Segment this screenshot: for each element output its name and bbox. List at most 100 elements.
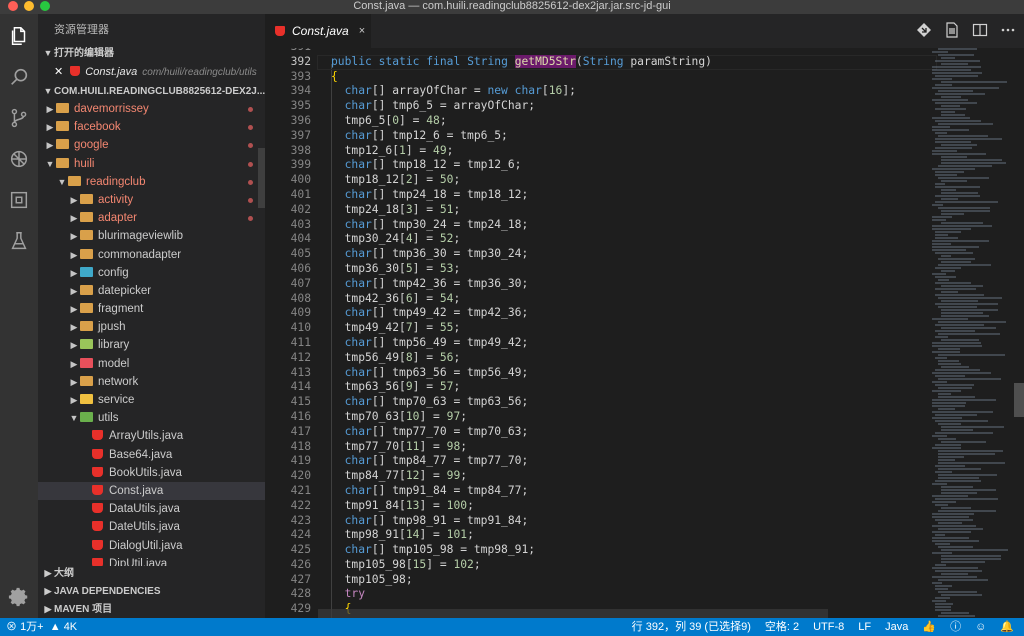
tree-file-item[interactable]: Const.java <box>38 481 265 501</box>
tree-folder-item[interactable]: ▶ facebook <box>38 118 265 136</box>
tree-folder-item[interactable]: ▶ datepicker <box>38 282 265 300</box>
code-line[interactable]: 421 char[] tmp91_84 = tmp84_77; <box>265 484 935 499</box>
notification-bell-icon[interactable]: 🔔 <box>1000 618 1014 636</box>
tree-folder-item[interactable]: ▶ blurimageviewlib <box>38 227 265 245</box>
tree-file-item[interactable]: ArrayUtils.java <box>38 427 265 445</box>
tree-file-item[interactable]: Base64.java <box>38 446 265 464</box>
open-editors-header[interactable]: ▼ 打开的编辑器 <box>38 44 265 62</box>
tree-folder-item[interactable]: ▶ activity <box>38 191 265 209</box>
tree-folder-item[interactable]: ▼ readingclub <box>38 173 265 191</box>
code-line[interactable]: 396 tmp6_5[0] = 48; <box>265 114 935 129</box>
code-line[interactable]: 423 char[] tmp98_91 = tmp91_84; <box>265 514 935 529</box>
code-line[interactable]: 411 char[] tmp56_49 = tmp49_42; <box>265 336 935 351</box>
debug-icon[interactable] <box>5 145 33 173</box>
code-line[interactable]: 401 char[] tmp24_18 = tmp18_12; <box>265 188 935 203</box>
files-icon[interactable] <box>5 22 33 50</box>
search-icon[interactable] <box>5 63 33 91</box>
flask-icon[interactable] <box>5 227 33 255</box>
project-header[interactable]: ▼ COM.HUILI.READINGCLUB8825612-DEX2J... <box>38 82 265 100</box>
problems-indicator[interactable]: ⊗ 1万+ ▲ 4K <box>6 618 77 636</box>
tree-file-item[interactable]: BookUtils.java <box>38 464 265 482</box>
tab-const-java[interactable]: Const.java × <box>265 14 371 48</box>
tree-folder-item[interactable]: ▶ fragment <box>38 300 265 318</box>
source-control-icon[interactable] <box>5 104 33 132</box>
code-lines[interactable]: 391392 public static final String getMD5S… <box>265 48 937 617</box>
tree-folder-item[interactable]: ▶ model <box>38 355 265 373</box>
editor-horizontal-scrollbar[interactable] <box>318 609 828 618</box>
tree-folder-item[interactable]: ▼ utils <box>38 409 265 427</box>
java-dependencies-header[interactable]: ▶ JAVA DEPENDENCIES <box>38 582 265 600</box>
tree-file-item[interactable]: DialogUtil.java <box>38 537 265 555</box>
code-line[interactable]: 420 tmp84_77[12] = 99; <box>265 469 935 484</box>
code-line[interactable]: 405 char[] tmp36_30 = tmp30_24; <box>265 247 935 262</box>
tree-folder-item[interactable]: ▶ network <box>38 373 265 391</box>
maven-header[interactable]: ▶ MAVEN 项目 <box>38 600 265 618</box>
line-ending[interactable]: LF <box>858 618 871 636</box>
code-line[interactable]: 397 char[] tmp12_6 = tmp6_5; <box>265 129 935 144</box>
tree-folder-item[interactable]: ▶ davemorrissey <box>38 100 265 118</box>
open-editor-item[interactable]: ✕ Const.java com/huili/readingclub/utils <box>38 62 265 82</box>
more-actions-icon[interactable] <box>1000 22 1016 38</box>
code-line[interactable]: 419 char[] tmp84_77 = tmp77_70; <box>265 454 935 469</box>
gear-icon[interactable] <box>5 583 33 611</box>
code-line[interactable]: 395 char[] tmp6_5 = arrayOfChar; <box>265 99 935 114</box>
code-line[interactable]: 403 char[] tmp30_24 = tmp24_18; <box>265 218 935 233</box>
split-editor-icon[interactable] <box>972 22 988 38</box>
cursor-position[interactable]: 行 392，列 39 (已选择9) <box>632 618 751 636</box>
code-line[interactable]: 398 tmp12_6[1] = 49; <box>265 144 935 159</box>
code-line[interactable]: 416 tmp70_63[10] = 97; <box>265 410 935 425</box>
code-line[interactable]: 406 tmp36_30[5] = 53; <box>265 262 935 277</box>
tree-folder-item[interactable]: ▶ library <box>38 336 265 354</box>
code-line[interactable]: 413 char[] tmp63_56 = tmp56_49; <box>265 366 935 381</box>
tree-folder-item[interactable]: ▼ huili <box>38 155 265 173</box>
tree-folder-item[interactable]: ▶ google <box>38 136 265 154</box>
error-dot-icon <box>248 216 253 222</box>
code-line[interactable]: 404 tmp30_24[4] = 52; <box>265 232 935 247</box>
compare-icon[interactable] <box>916 22 932 38</box>
feedback-smiley-icon[interactable]: ☺ <box>975 618 986 636</box>
code-line[interactable]: 393 { <box>265 70 935 85</box>
code-line[interactable]: 412 tmp56_49[8] = 56; <box>265 351 935 366</box>
minimap[interactable] <box>932 48 1012 618</box>
indentation[interactable]: 空格: 2 <box>765 618 799 636</box>
code-line[interactable]: 417 char[] tmp77_70 = tmp70_63; <box>265 425 935 440</box>
code-line[interactable]: 428 try <box>265 587 935 602</box>
info-icon[interactable]: ⓘ <box>950 618 961 636</box>
editor-vertical-scrollbar[interactable] <box>1014 383 1024 417</box>
encoding[interactable]: UTF-8 <box>813 618 844 636</box>
code-line[interactable]: 399 char[] tmp18_12 = tmp12_6; <box>265 158 935 173</box>
code-line[interactable]: 422 tmp91_84[13] = 100; <box>265 499 935 514</box>
thumbs-up-icon[interactable]: 👍 <box>922 618 936 636</box>
open-preview-icon[interactable] <box>944 22 960 38</box>
code-line[interactable]: 426 tmp105_98[15] = 102; <box>265 558 935 573</box>
tree-folder-item[interactable]: ▶ adapter <box>38 209 265 227</box>
code-line[interactable]: 409 char[] tmp49_42 = tmp42_36; <box>265 306 935 321</box>
outline-header[interactable]: ▶ 大纲 <box>38 564 265 582</box>
code-line[interactable]: 415 char[] tmp70_63 = tmp63_56; <box>265 395 935 410</box>
code-line[interactable]: 400 tmp18_12[2] = 50; <box>265 173 935 188</box>
code-line[interactable]: 414 tmp63_56[9] = 57; <box>265 380 935 395</box>
code-line[interactable]: 418 tmp77_70[11] = 98; <box>265 440 935 455</box>
code-line[interactable]: 402 tmp24_18[3] = 51; <box>265 203 935 218</box>
tree-folder-item[interactable]: ▶ jpush <box>38 318 265 336</box>
code-line[interactable]: 392 public static final String getMD5Str(… <box>265 54 937 70</box>
code-line[interactable]: 407 char[] tmp42_36 = tmp36_30; <box>265 277 935 292</box>
code-line[interactable]: 394 char[] arrayOfChar = new char[16]; <box>265 84 935 99</box>
code-line[interactable]: 427 tmp105_98; <box>265 573 935 588</box>
code-editor[interactable]: 391392 public static final String getMD5S… <box>265 48 1024 618</box>
code-line[interactable]: 391 <box>265 48 935 55</box>
language-mode[interactable]: Java <box>885 618 908 636</box>
code-line[interactable]: 408 tmp42_36[6] = 54; <box>265 292 935 307</box>
code-line[interactable]: 424 tmp98_91[14] = 101; <box>265 528 935 543</box>
tree-folder-item[interactable]: ▶ commonadapter <box>38 246 265 264</box>
sidebar-scrollbar[interactable] <box>258 148 265 208</box>
code-line[interactable]: 410 tmp49_42[7] = 55; <box>265 321 935 336</box>
tree-folder-item[interactable]: ▶ config <box>38 264 265 282</box>
close-icon[interactable]: × <box>359 25 365 37</box>
close-icon[interactable]: ✕ <box>54 66 63 78</box>
code-line[interactable]: 425 char[] tmp105_98 = tmp98_91; <box>265 543 935 558</box>
tree-file-item[interactable]: DateUtils.java <box>38 518 265 536</box>
tree-file-item[interactable]: DataUtils.java <box>38 500 265 518</box>
extensions-icon[interactable] <box>5 186 33 214</box>
tree-folder-item[interactable]: ▶ service <box>38 391 265 409</box>
